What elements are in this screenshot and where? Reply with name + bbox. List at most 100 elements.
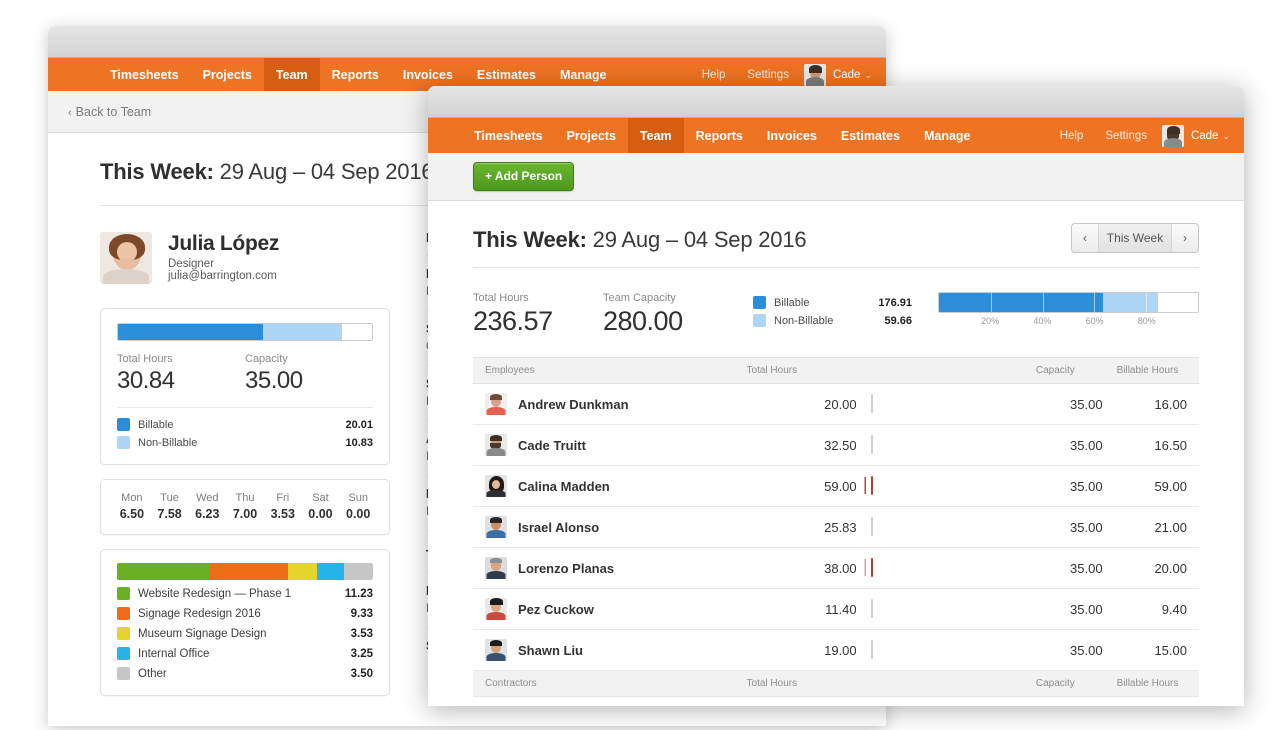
- title-row: This Week: 29 Aug – 04 Sep 2016 ‹ This W…: [473, 201, 1199, 253]
- day-cell: Tue 7.58: [151, 492, 189, 521]
- avatar-photo: [1161, 124, 1184, 147]
- col-billable-hours: Billable Hours: [1116, 670, 1199, 697]
- team-capacity-block: Team Capacity 280.00: [603, 292, 753, 337]
- total-hours-cell: 38.00: [746, 547, 871, 589]
- table-row[interactable]: Shawn Liu 19.00 35.00 15.00: [473, 629, 1199, 671]
- projects-legend: Website Redesign — Phase 1 11.23 Signage …: [117, 587, 373, 680]
- table-row[interactable]: Pez Cuckow 11.40 35.00 9.40: [473, 588, 1199, 630]
- billable-swatch: [117, 418, 130, 431]
- nav-item-estimates[interactable]: Estimates: [829, 118, 912, 153]
- non-billable-swatch: [117, 436, 130, 449]
- help-link[interactable]: Help: [691, 69, 737, 81]
- nav-item-timesheets[interactable]: Timesheets: [462, 118, 555, 153]
- legend-value: 20.01: [345, 418, 373, 431]
- page-title: This Week: 29 Aug – 04 Sep 2016: [473, 201, 1071, 253]
- table-row[interactable]: Israel Alonso 25.83 35.00 21.00: [473, 506, 1199, 548]
- add-person-button[interactable]: + Add Person: [473, 162, 575, 191]
- project-name: Other: [138, 667, 167, 680]
- nav-item-projects[interactable]: Projects: [555, 118, 628, 153]
- employee-name: Israel Alonso: [518, 519, 600, 535]
- avatar-photo: [485, 393, 507, 415]
- total-hours-cell: 11.40: [746, 588, 871, 630]
- legend-item: Non-Billable 10.83: [117, 436, 373, 449]
- settings-link[interactable]: Settings: [736, 69, 800, 81]
- day-value: 0.00: [346, 507, 371, 521]
- capacity-bar-cell: [857, 547, 1036, 589]
- avatar: [485, 393, 507, 415]
- billable-hours-cell: 20.01: [1116, 696, 1199, 706]
- capacity-total-hours: Total Hours 30.84: [117, 353, 245, 395]
- capacity-cell: 35.00: [1035, 383, 1117, 425]
- capacity-bar-cell: [857, 465, 1036, 507]
- row-capacity-bar-over: [857, 558, 873, 577]
- capacity-bar-billable: [118, 324, 264, 340]
- settings-link[interactable]: Settings: [1094, 130, 1158, 142]
- col-employees: Employees: [473, 357, 747, 384]
- user-menu[interactable]: Cade ⌄: [833, 69, 872, 81]
- project-row: Website Redesign — Phase 1 11.23: [117, 587, 373, 600]
- avatar[interactable]: [1161, 124, 1184, 147]
- employees-header: Employees Total Hours Capacity Billable …: [473, 357, 1199, 384]
- avatar: [485, 434, 507, 456]
- prev-week-button[interactable]: ‹: [1072, 224, 1098, 252]
- nav-item-projects[interactable]: Projects: [191, 58, 264, 91]
- nav-item-manage[interactable]: Manage: [912, 118, 983, 153]
- projects-card: Website Redesign — Phase 1 11.23 Signage …: [100, 549, 390, 696]
- next-week-button[interactable]: ›: [1172, 224, 1198, 252]
- current-week-button[interactable]: This Week: [1098, 224, 1172, 252]
- user-menu[interactable]: Cade ⌄: [1191, 130, 1230, 142]
- nav-item-team[interactable]: Team: [263, 58, 320, 91]
- project-name: Website Redesign — Phase 1: [138, 587, 292, 600]
- tick-label: 60%: [1085, 316, 1104, 326]
- avatar-photo: [485, 516, 507, 538]
- capacity-bar-cell: [870, 383, 1036, 425]
- nav-item-reports[interactable]: Reports: [320, 58, 391, 91]
- screenshot-stage: Timesheets Projects Team Reports Invoice…: [0, 0, 1280, 730]
- days-row: Mon 6.50 Tue 7.58 Wed 6.23 Thu 7.00 Fri 3.53 …: [113, 492, 377, 521]
- avatar[interactable]: [803, 63, 826, 86]
- employee-cell: Cade Truitt: [473, 424, 747, 466]
- employee-cell: Israel Alonso: [473, 506, 747, 548]
- back-to-team-link[interactable]: ‹ Back to Team: [48, 105, 151, 119]
- user-menu-label: Cade: [832, 68, 861, 81]
- nav-item-timesheets[interactable]: Timesheets: [98, 58, 191, 91]
- legend-value: 176.91: [878, 296, 912, 309]
- day-value: 7.00: [232, 507, 258, 521]
- project-value: 9.33: [350, 607, 373, 620]
- row-capacity-bar: [870, 517, 873, 536]
- project-row: Museum Signage Design 3.53: [117, 627, 373, 640]
- project-row: Other 3.50: [117, 667, 373, 680]
- capacity-card: Total Hours 30.84 Capacity 35.00 Billabl…: [100, 308, 390, 465]
- front-window-titlebar: [428, 86, 1244, 118]
- nav-item-invoices[interactable]: Invoices: [755, 118, 829, 153]
- person-role: Designer: [168, 258, 215, 270]
- employee-name: Calina Madden: [518, 478, 610, 494]
- nav-item-reports[interactable]: Reports: [684, 118, 755, 153]
- table-row[interactable]: Julia López 30.84 35.00 20.01: [473, 696, 1199, 706]
- employee-cell: Pez Cuckow: [473, 588, 747, 630]
- total-hours-cell: 19.00: [746, 629, 871, 671]
- help-link[interactable]: Help: [1049, 130, 1095, 142]
- table-header-row: Contractors Total Hours Capacity Billabl…: [473, 670, 1199, 697]
- day-value: 6.50: [119, 507, 145, 521]
- col-total-hours: Total Hours: [746, 670, 871, 697]
- day-name: Mon: [121, 492, 143, 504]
- capacity-bar-ticks: 20% 40% 60% 80%: [938, 316, 1199, 330]
- table-row[interactable]: Calina Madden 59.00 35.00 59.00: [473, 465, 1199, 507]
- row-capacity-bar-over: [857, 476, 873, 495]
- user-menu-label: Cade: [1190, 129, 1219, 142]
- capacity-cell: 35.00: [1035, 424, 1117, 466]
- legend-label: Billable: [774, 296, 810, 309]
- employee-name: Lorenzo Planas: [518, 560, 615, 576]
- table-row[interactable]: Cade Truitt 32.50 35.00 16.50: [473, 424, 1199, 466]
- employee-name: Cade Truitt: [518, 437, 586, 453]
- employee-name: Shawn Liu: [518, 642, 583, 658]
- capacity-bar-cell: [870, 424, 1036, 466]
- avatar: [485, 516, 507, 538]
- avatar: [485, 598, 507, 620]
- table-row[interactable]: Andrew Dunkman 20.00 35.00 16.00: [473, 383, 1199, 425]
- capacity-capacity-label: Capacity: [245, 353, 288, 365]
- employee-cell: Andrew Dunkman: [473, 383, 747, 425]
- table-row[interactable]: Lorenzo Planas 38.00 35.00 20.00: [473, 547, 1199, 589]
- nav-item-team[interactable]: Team: [627, 118, 684, 153]
